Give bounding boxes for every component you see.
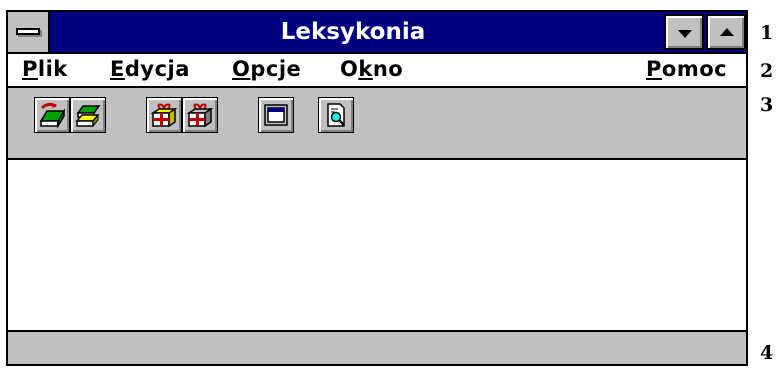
system-menu-button[interactable]: [8, 12, 50, 52]
status-bar: [8, 330, 746, 364]
menu-okno[interactable]: Okno: [340, 57, 403, 81]
open-book-button[interactable]: [34, 97, 70, 133]
menu-edycja[interactable]: Edycja: [110, 57, 190, 81]
title-bar[interactable]: Leksykonia: [8, 12, 746, 54]
gift-box-alt-button[interactable]: [182, 97, 218, 133]
minimize-button[interactable]: [664, 14, 704, 50]
preview-magnifier-icon: [327, 103, 345, 127]
window-button[interactable]: [258, 97, 294, 133]
preview-button[interactable]: [318, 97, 354, 133]
menu-opcje[interactable]: Opcje: [232, 57, 301, 81]
system-menu-icon: [16, 28, 40, 35]
application-window: Leksykonia Plik Edycja Opcje Okno Pomoc: [6, 10, 748, 366]
book-stack-button[interactable]: [70, 97, 106, 133]
gift-box-alt-icon: [186, 103, 214, 128]
callout-3: 3: [760, 94, 774, 116]
maximize-button[interactable]: [706, 14, 746, 50]
callout-1: 1: [760, 22, 774, 44]
callout-4: 4: [760, 342, 774, 364]
minimize-arrow-icon: [678, 30, 692, 38]
maximize-arrow-icon: [720, 28, 734, 36]
window-title: Leksykonia: [280, 19, 426, 45]
menu-bar: Plik Edycja Opcje Okno Pomoc: [8, 54, 746, 88]
menu-pomoc[interactable]: Pomoc: [646, 57, 727, 81]
toolbar: [8, 88, 746, 160]
window-icon: [264, 104, 288, 126]
callout-2: 2: [760, 60, 774, 82]
menu-plik[interactable]: Plik: [22, 57, 68, 81]
book-stack-icon: [75, 105, 101, 128]
gift-box-icon: [150, 103, 178, 128]
gift-box-button[interactable]: [146, 97, 182, 133]
open-book-icon: [39, 102, 66, 129]
